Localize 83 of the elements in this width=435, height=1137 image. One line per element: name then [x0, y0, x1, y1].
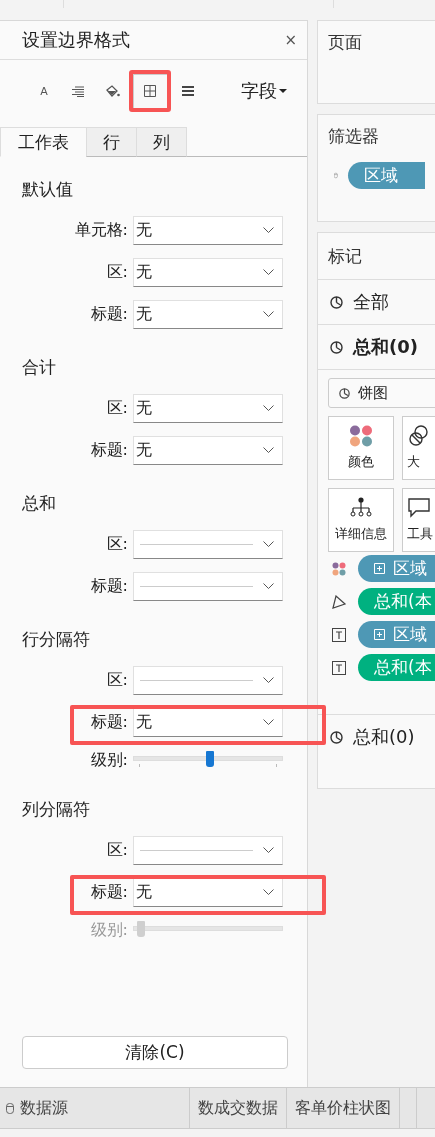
- tab[interactable]: 行: [86, 127, 137, 157]
- grid-icon: [144, 85, 156, 97]
- tooltip-button[interactable]: 工具: [402, 488, 435, 552]
- field-menu[interactable]: 字段: [241, 79, 287, 103]
- expand-icon: [374, 629, 385, 640]
- panel-title: 设置边界格式: [22, 28, 130, 52]
- field-label: 级别:: [89, 749, 129, 771]
- field-label: 标题:: [89, 439, 129, 461]
- section-title: 总和: [22, 492, 57, 515]
- chevron-icon: [263, 541, 274, 547]
- speech-bubble-icon: [407, 497, 431, 519]
- close-button[interactable]: ×: [282, 31, 299, 49]
- field-label: 区:: [105, 839, 129, 861]
- font-button[interactable]: A: [27, 74, 61, 108]
- text-label-icon: [332, 660, 346, 675]
- card-title: 标记: [328, 244, 362, 268]
- chevron-icon: [263, 227, 274, 233]
- pie-icon: [330, 295, 343, 309]
- database-icon: [6, 1102, 14, 1114]
- line-style-dropdown[interactable]: [133, 835, 283, 865]
- level-slider[interactable]: [133, 921, 283, 939]
- chevron-icon: [263, 405, 274, 411]
- paint-bucket-icon: [104, 84, 120, 98]
- line-style-dropdown[interactable]: [133, 571, 283, 601]
- chevron-icon: [263, 719, 274, 725]
- card-title: 页面: [328, 32, 362, 52]
- field-label: 标题:: [89, 711, 129, 733]
- marks-layer[interactable]: 总和(0): [353, 335, 418, 359]
- lines-icon: [182, 86, 194, 96]
- section-title: 列分隔符: [22, 798, 91, 821]
- dropdown[interactable]: 无: [133, 877, 283, 907]
- size-icon: [407, 425, 431, 447]
- color-icon: [332, 561, 346, 576]
- dropdown[interactable]: 无: [133, 435, 283, 465]
- expand-icon: [374, 563, 385, 574]
- clear-button[interactable]: 清除(C): [22, 1036, 288, 1069]
- chevron-icon: [263, 447, 274, 453]
- align-icon: [72, 85, 84, 97]
- field-label: 区:: [105, 261, 129, 283]
- chevron-icon: [263, 583, 274, 589]
- pie-icon: [339, 387, 350, 399]
- chevron-icon: [263, 269, 274, 275]
- chevron-icon: [263, 311, 274, 317]
- hierarchy-icon: [349, 497, 373, 519]
- marks-layer[interactable]: 总和(0): [353, 725, 415, 749]
- field-label: 区:: [105, 533, 129, 555]
- field-label: 区:: [105, 669, 129, 691]
- color-button[interactable]: 颜色: [328, 416, 394, 480]
- line-style-dropdown[interactable]: [133, 665, 283, 695]
- field-label: 区:: [105, 397, 129, 419]
- field-label: 级别:: [89, 919, 129, 941]
- level-slider[interactable]: [133, 751, 283, 769]
- chevron-icon: [263, 847, 274, 853]
- text-label-icon: [332, 627, 346, 642]
- angle-icon: [332, 594, 346, 609]
- field-label: 标题:: [89, 575, 129, 597]
- dropdown[interactable]: 无: [133, 299, 283, 329]
- section-title: 合计: [22, 356, 57, 379]
- pie-icon: [330, 340, 343, 354]
- tab[interactable]: 工作表: [0, 127, 87, 157]
- detail-button[interactable]: 详细信息: [328, 488, 394, 552]
- borders-button[interactable]: [129, 70, 171, 112]
- line-style-dropdown[interactable]: [133, 529, 283, 559]
- color-dots-icon: [349, 425, 373, 447]
- chevron-icon: [263, 677, 274, 683]
- dropdown[interactable]: 无: [133, 215, 283, 245]
- slider-thumb[interactable]: [206, 751, 214, 767]
- mark-type-dropdown[interactable]: 饼图: [328, 378, 435, 408]
- dropdown[interactable]: 无: [133, 707, 283, 737]
- pie-icon: [330, 730, 343, 744]
- field-label: 标题:: [89, 303, 129, 325]
- marks-layer[interactable]: 全部: [353, 290, 389, 314]
- tab[interactable]: 列: [136, 127, 187, 157]
- field-label: 标题:: [89, 881, 129, 903]
- chevron-icon: [263, 889, 274, 895]
- database-icon: [334, 170, 338, 181]
- size-button[interactable]: 大: [402, 416, 435, 480]
- field-label: 单元格:: [73, 219, 129, 241]
- section-title: 行分隔符: [22, 628, 91, 651]
- dropdown[interactable]: 无: [133, 393, 283, 423]
- card-title: 筛选器: [328, 126, 379, 146]
- section-title: 默认值: [22, 178, 74, 201]
- dropdown[interactable]: 无: [133, 257, 283, 287]
